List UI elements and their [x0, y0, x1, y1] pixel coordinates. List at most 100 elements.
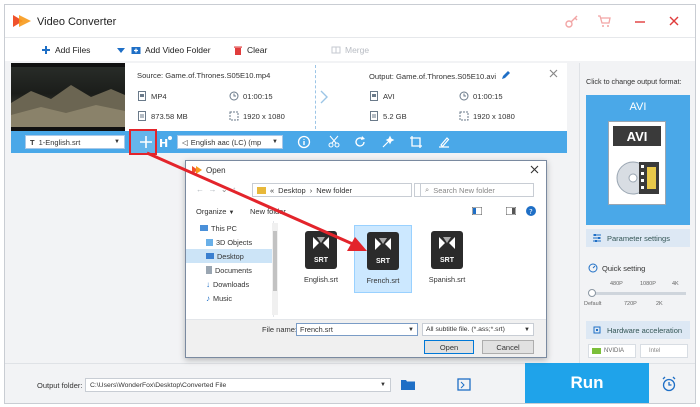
close-icon[interactable] — [667, 14, 681, 28]
svg-text:H: H — [159, 137, 168, 149]
nvidia-logo-icon — [592, 348, 601, 354]
dialog-toolbar: Organize ▼ New folder ? — [186, 203, 546, 219]
output-duration: 01:00:15 — [459, 91, 503, 101]
window-title: Video Converter — [37, 16, 117, 28]
quick-setting-label: Quick setting — [588, 263, 645, 273]
merge-button[interactable]: Merge — [331, 43, 369, 57]
chevron-down-icon: ▼ — [408, 326, 414, 333]
breadcrumb-desktop[interactable]: Desktop — [278, 186, 306, 195]
search-input[interactable]: ⌕ Search New folder — [420, 183, 534, 197]
close-icon[interactable] — [530, 165, 539, 174]
scrollbar-thumb[interactable] — [273, 231, 277, 291]
file-name-input[interactable]: French.srt ▼ — [296, 323, 418, 336]
computer-icon — [200, 225, 208, 231]
output-format-panel: Click to change output format: AVI AVI P… — [579, 63, 695, 363]
minimize-icon[interactable] — [633, 14, 647, 28]
title-bar: Video Converter — [5, 5, 695, 37]
remove-item-icon[interactable] — [549, 69, 558, 78]
video-item-panel: Source: Game.of.Thrones.S05E10.mp4 MP4 0… — [11, 63, 567, 131]
nav-downloads[interactable]: ↓ Downloads — [186, 277, 273, 291]
nav-desktop[interactable]: Desktop — [186, 249, 273, 263]
cancel-button[interactable]: Cancel — [482, 340, 534, 354]
cut-icon[interactable] — [327, 135, 341, 149]
breadcrumb-separator: › — [309, 185, 313, 195]
rotate-icon[interactable] — [353, 135, 367, 149]
chevron-down-icon[interactable]: ⌄ — [221, 185, 228, 194]
resolution-icon — [229, 111, 239, 121]
hardware-acceleration-button[interactable]: Hardware acceleration — [586, 321, 690, 339]
subtitle-select[interactable]: T 1-English.srt ▼ — [25, 135, 125, 149]
quality-4k: 4K — [672, 281, 679, 287]
open-button[interactable]: Open — [424, 340, 474, 354]
clock-icon — [229, 91, 239, 101]
output-format: AVI — [369, 91, 395, 101]
file-item-spanish[interactable]: SRT Spanish.srt — [418, 225, 476, 293]
file-format-icon — [138, 91, 146, 101]
effects-icon[interactable] — [381, 135, 395, 149]
info-icon[interactable] — [297, 135, 311, 149]
download-arrow-icon: ↓ — [206, 279, 210, 289]
add-files-button[interactable]: Add Files — [41, 43, 90, 57]
key-icon[interactable] — [565, 14, 579, 28]
clear-button[interactable]: Clear — [233, 43, 267, 57]
help-icon[interactable]: ? — [526, 206, 536, 216]
output-folder-input[interactable]: C:\Users\WonderFox\Desktop\Converted Fil… — [85, 378, 391, 392]
edit-pencil-icon[interactable] — [500, 71, 511, 81]
intel-checkbox[interactable]: Intel — [640, 344, 688, 358]
nav-arrows: ← → ⌄ ↑ — [196, 185, 236, 194]
nav-music[interactable]: ♪ Music — [186, 291, 273, 305]
up-arrow-icon[interactable]: ↑ — [232, 185, 236, 194]
nav-documents[interactable]: Documents — [186, 263, 273, 277]
parameter-settings-button[interactable]: Parameter settings — [586, 229, 690, 247]
music-icon: ♪ — [206, 293, 210, 303]
open-output-icon[interactable] — [457, 378, 471, 391]
quality-slider-track[interactable] — [590, 292, 686, 295]
navigation-pane: This PC 3D Objects Desktop Documents ↓ Do… — [186, 221, 274, 317]
output-resolution: 1920 x 1080 — [459, 111, 515, 121]
file-type-select[interactable]: All subtitle file. (*.ass;*.srt) ▼ — [422, 323, 534, 336]
file-item-french[interactable]: SRT French.srt — [354, 225, 412, 293]
forward-arrow-icon[interactable]: → — [208, 185, 216, 194]
alarm-clock-icon[interactable] — [661, 376, 677, 392]
srt-file-icon: SRT — [431, 231, 463, 269]
output-filename: Output: Game.of.Thrones.S05E10.avi — [369, 71, 511, 81]
video-thumbnail[interactable] — [11, 63, 125, 131]
thumbnail-scene-icon — [11, 63, 125, 131]
new-folder-button[interactable]: New folder — [250, 207, 286, 216]
crop-icon[interactable] — [409, 135, 423, 149]
output-folder-label: Output folder: — [37, 381, 83, 390]
cart-icon[interactable] — [597, 14, 611, 28]
clock-icon — [459, 91, 469, 101]
search-subtitle-icon[interactable]: H — [159, 135, 173, 149]
cube-icon — [206, 238, 213, 246]
run-button[interactable]: Run — [525, 363, 649, 403]
quality-slider-handle[interactable] — [588, 289, 596, 297]
nav-3d-objects[interactable]: 3D Objects — [186, 235, 273, 249]
quality-2k: 2K — [656, 301, 663, 307]
watermark-icon[interactable] — [437, 135, 451, 149]
add-video-folder-button[interactable]: Add Video Folder — [131, 43, 211, 57]
audio-track-select[interactable]: ◁ English aac (LC) (mp ▼ — [177, 135, 283, 149]
file-size-icon — [138, 111, 146, 121]
chevron-down-icon[interactable] — [117, 48, 125, 54]
organize-menu[interactable]: Organize ▼ — [196, 207, 234, 216]
nvidia-checkbox[interactable]: NVIDIA — [588, 344, 636, 358]
file-size-icon — [370, 111, 378, 121]
nav-scrollbar[interactable] — [272, 223, 278, 315]
srt-file-icon: SRT — [367, 232, 399, 270]
folder-icon[interactable] — [401, 378, 415, 390]
output-format-card[interactable]: AVI AVI — [586, 95, 690, 225]
nav-this-pc[interactable]: This PC — [186, 221, 273, 235]
address-bar[interactable]: « Desktop › New folder — [252, 183, 412, 197]
quality-default: Default — [584, 301, 602, 307]
document-icon — [206, 266, 212, 274]
app-logo-icon — [13, 15, 31, 27]
preview-pane-icon[interactable] — [506, 207, 516, 215]
back-arrow-icon[interactable]: ← — [196, 185, 204, 194]
breadcrumb-new-folder[interactable]: New folder — [316, 186, 352, 195]
dialog-footer: File name: French.srt ▼ All subtitle fil… — [186, 319, 546, 357]
view-options-icon[interactable] — [472, 207, 482, 215]
output-size: 5.2 GB — [369, 111, 407, 121]
file-item-english[interactable]: SRT English.srt — [292, 225, 350, 293]
app-window: Video Converter Add Files Add Video Fold… — [4, 4, 696, 404]
